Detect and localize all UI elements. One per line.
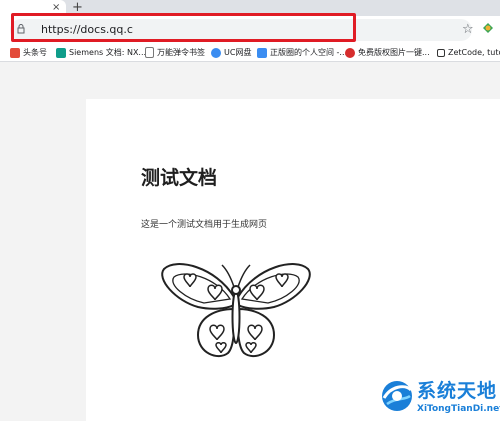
watermark-title: 系统天地 xyxy=(417,380,498,402)
page-icon xyxy=(145,47,154,58)
zetcode-icon xyxy=(437,48,445,57)
document-body-text: 这是一个测试文档用于生成网页 xyxy=(141,220,268,230)
site-watermark: 系统天地 XiTongTianDi.net xyxy=(377,374,500,420)
bookmark-siemens[interactable]: Siemens 文档: NX... xyxy=(56,46,146,59)
toutiao-icon xyxy=(10,47,20,58)
extension-icon[interactable] xyxy=(482,22,494,34)
bookmarks-bar: 头条号 Siemens 文档: NX... 万能弹令书签 UC网盘 正版圈的个人… xyxy=(0,44,500,62)
document-page: 测试文档 这是一个测试文档用于生成网页 xyxy=(86,99,500,421)
star-icon[interactable]: ☆ xyxy=(462,22,474,38)
document-title: 测试文档 xyxy=(141,167,218,189)
bookmark-free-images[interactable]: 免费版权图片一键... xyxy=(345,46,430,59)
butterfly-image xyxy=(161,263,311,358)
url-highlight-box xyxy=(11,13,356,42)
robot-icon xyxy=(257,47,267,58)
bookmark-toutiao[interactable]: 头条号 xyxy=(10,46,47,59)
bookmark-bookmarklet[interactable]: 万能弹令书签 xyxy=(145,46,205,59)
bookmark-personal-space[interactable]: 正版圈的个人空间 -... xyxy=(257,46,347,59)
bookmark-uc-drive[interactable]: UC网盘 xyxy=(211,46,251,59)
cloud-icon xyxy=(211,47,221,58)
page-viewport: 测试文档 这是一个测试文档用于生成网页 xyxy=(0,62,500,421)
globe-logo-icon xyxy=(382,381,413,411)
bookmark-zetcode[interactable]: ZetCode, tutori xyxy=(437,46,500,59)
siemens-icon xyxy=(56,47,66,58)
image-site-icon xyxy=(345,47,355,58)
watermark-url: XiTongTianDi.net xyxy=(417,404,500,414)
